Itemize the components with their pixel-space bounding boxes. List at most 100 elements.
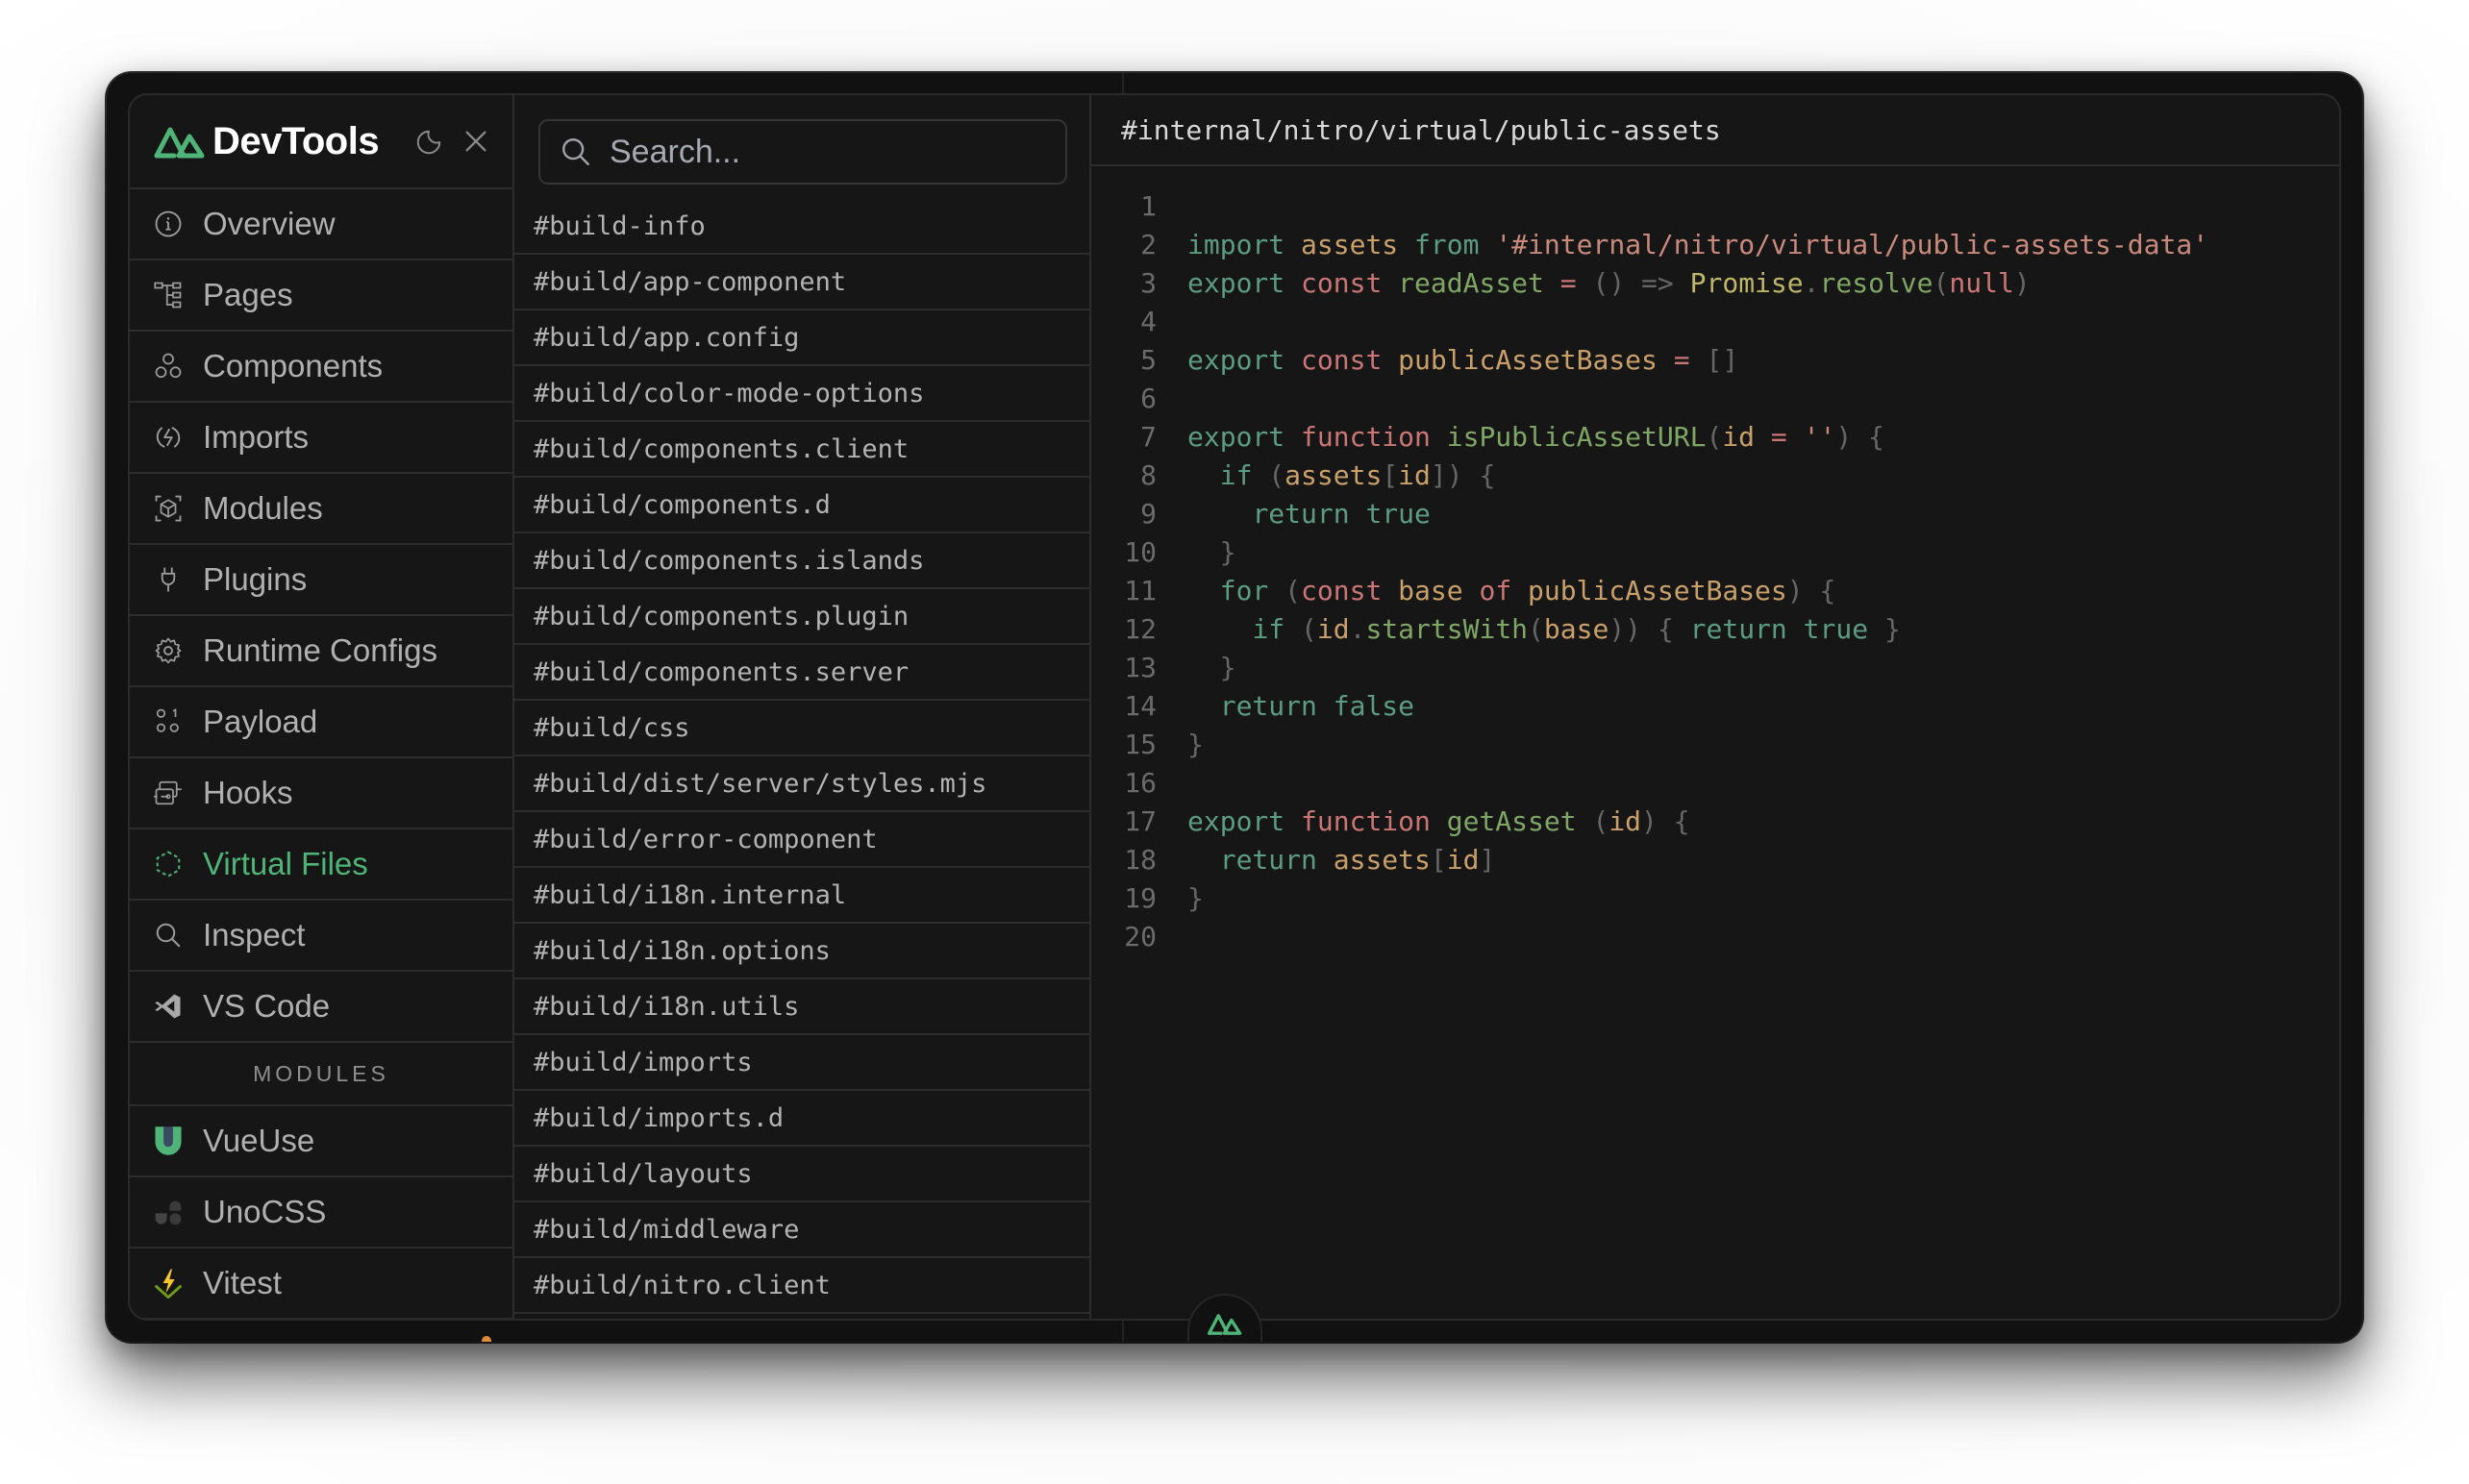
sidebar-item-vitest[interactable]: Vitest <box>130 1249 512 1319</box>
code-line: 3 export const readAsset = () => Promise.… <box>1091 264 2339 303</box>
sidebar-item-vueuse[interactable]: VueUse <box>130 1106 512 1177</box>
code-token: return <box>1219 690 1317 722</box>
sidebar-item-runtime-configs[interactable]: Runtime Configs <box>130 616 512 687</box>
file-list-item[interactable]: #build/app-component <box>514 255 1089 310</box>
sidebar-item-plugins[interactable]: Plugins <box>130 545 512 616</box>
sidebar-item-components[interactable]: Components <box>130 332 512 403</box>
line-number: 13 <box>1124 652 1157 683</box>
code-token: = <box>1673 344 1690 376</box>
file-list-item[interactable]: #build/i18n.internal <box>514 868 1089 924</box>
code-content: export function getAsset (id) { <box>1187 803 1690 841</box>
payload-icon <box>153 706 184 737</box>
file-list-item[interactable]: #build/components.client <box>514 422 1089 478</box>
line-number: 9 <box>1140 498 1157 530</box>
code-content: } <box>1187 649 1236 687</box>
code-token: ]) <box>1430 459 1463 491</box>
line-number: 3 <box>1140 267 1157 299</box>
devtools-panel: DevTools Overview Pages Components Impor… <box>128 93 2341 1321</box>
close-icon[interactable] <box>462 128 489 155</box>
code-token: } <box>1187 729 1204 760</box>
modules-section-header: MODULES <box>130 1043 512 1106</box>
code-token: resolve <box>1819 267 1933 299</box>
moon-icon[interactable] <box>414 128 443 157</box>
code-content: export function isPublicAssetURL(id = ''… <box>1187 418 1884 457</box>
sidebar-item-label: Plugins <box>203 561 308 597</box>
code-token: assets <box>1284 459 1383 491</box>
code-token: ) <box>1786 575 1804 606</box>
line-number: 15 <box>1124 729 1157 760</box>
sidebar-item-pages[interactable]: Pages <box>130 260 512 332</box>
code-token: ) <box>1835 421 1853 453</box>
code-token: export <box>1187 344 1285 376</box>
sidebar-nav: Overview Pages Components Imports Module… <box>130 189 512 1319</box>
sidebar-item-unocss[interactable]: UnoCSS <box>130 1177 512 1249</box>
code-line: 5 export const publicAssetBases = [] <box>1091 341 2339 380</box>
code-token: publicAssetBases <box>1528 575 1787 606</box>
file-list-item[interactable]: #build/components.server <box>514 645 1089 701</box>
sidebar-item-label: Modules <box>203 490 323 526</box>
file-list-item[interactable]: #build/components.islands <box>514 533 1089 589</box>
file-list-item[interactable]: #build/components.d <box>514 478 1089 533</box>
file-list-item[interactable]: #build/imports <box>514 1035 1089 1091</box>
code-token: false <box>1333 690 1415 722</box>
search-box[interactable] <box>538 119 1067 185</box>
code-token: { <box>1479 459 1496 491</box>
code-token: () <box>1592 267 1626 299</box>
sidebar-item-label: Vitest <box>203 1265 282 1300</box>
tree-icon <box>153 280 184 310</box>
sidebar-item-payload[interactable]: Payload <box>130 687 512 758</box>
sidebar-item-label: Runtime Configs <box>203 632 437 668</box>
file-list-item[interactable]: #build/i18n.options <box>514 924 1089 979</box>
line-number: 6 <box>1140 383 1157 414</box>
sidebar-item-imports[interactable]: Imports <box>130 403 512 474</box>
line-number: 11 <box>1124 575 1157 606</box>
code-line: 8 if (assets[id]) { <box>1091 457 2339 495</box>
file-list-item[interactable]: #build/middleware <box>514 1202 1089 1258</box>
file-list-item[interactable]: #build/components.plugin <box>514 589 1089 645</box>
sidebar-item-inspect[interactable]: Inspect <box>130 901 512 972</box>
sidebar-header: DevTools <box>130 95 512 189</box>
sidebar-item-hooks[interactable]: Hooks <box>130 758 512 829</box>
code-token: base <box>1543 613 1609 645</box>
code-line: 10 } <box>1091 533 2339 572</box>
file-list-item[interactable]: #build/imports.d <box>514 1091 1089 1147</box>
file-list-item[interactable]: #build/nitro.client <box>514 1258 1089 1314</box>
sidebar-item-overview[interactable]: Overview <box>130 189 512 260</box>
file-list-item[interactable]: #build/app.config <box>514 310 1089 366</box>
file-list-item[interactable]: #build/dist/server/styles.mjs <box>514 756 1089 812</box>
file-list-item[interactable]: #build/color-mode-options <box>514 366 1089 422</box>
sidebar-item-virtual-files[interactable]: Virtual Files <box>130 829 512 901</box>
code-content: return assets[id] <box>1187 841 1496 879</box>
file-list-item[interactable]: #build-info <box>514 199 1089 255</box>
code-token: '#internal/nitro/virtual/public-assets-d… <box>1495 229 2209 260</box>
file-list-item[interactable]: #build/i18n.utils <box>514 979 1089 1035</box>
code-line: 11 for (const base of publicAssetBases) … <box>1091 572 2339 610</box>
sidebar-item-modules[interactable]: Modules <box>130 474 512 545</box>
file-list-item[interactable]: #build/layouts <box>514 1147 1089 1202</box>
search-input[interactable] <box>608 132 1035 172</box>
sidebar-item-label: VS Code <box>203 988 331 1024</box>
sidebar-item-vscode[interactable]: VS Code <box>130 972 512 1043</box>
code-token: readAsset <box>1398 267 1544 299</box>
file-list-item[interactable]: #build/error-component <box>514 812 1089 868</box>
code-token: ( <box>1933 267 1950 299</box>
line-number: 18 <box>1124 844 1157 876</box>
file-list-item[interactable]: #build/css <box>514 701 1089 756</box>
sidebar-item-label: UnoCSS <box>203 1194 327 1229</box>
code-token: const <box>1301 344 1383 376</box>
code-token: id <box>1398 459 1431 491</box>
code-token: if <box>1252 613 1285 645</box>
